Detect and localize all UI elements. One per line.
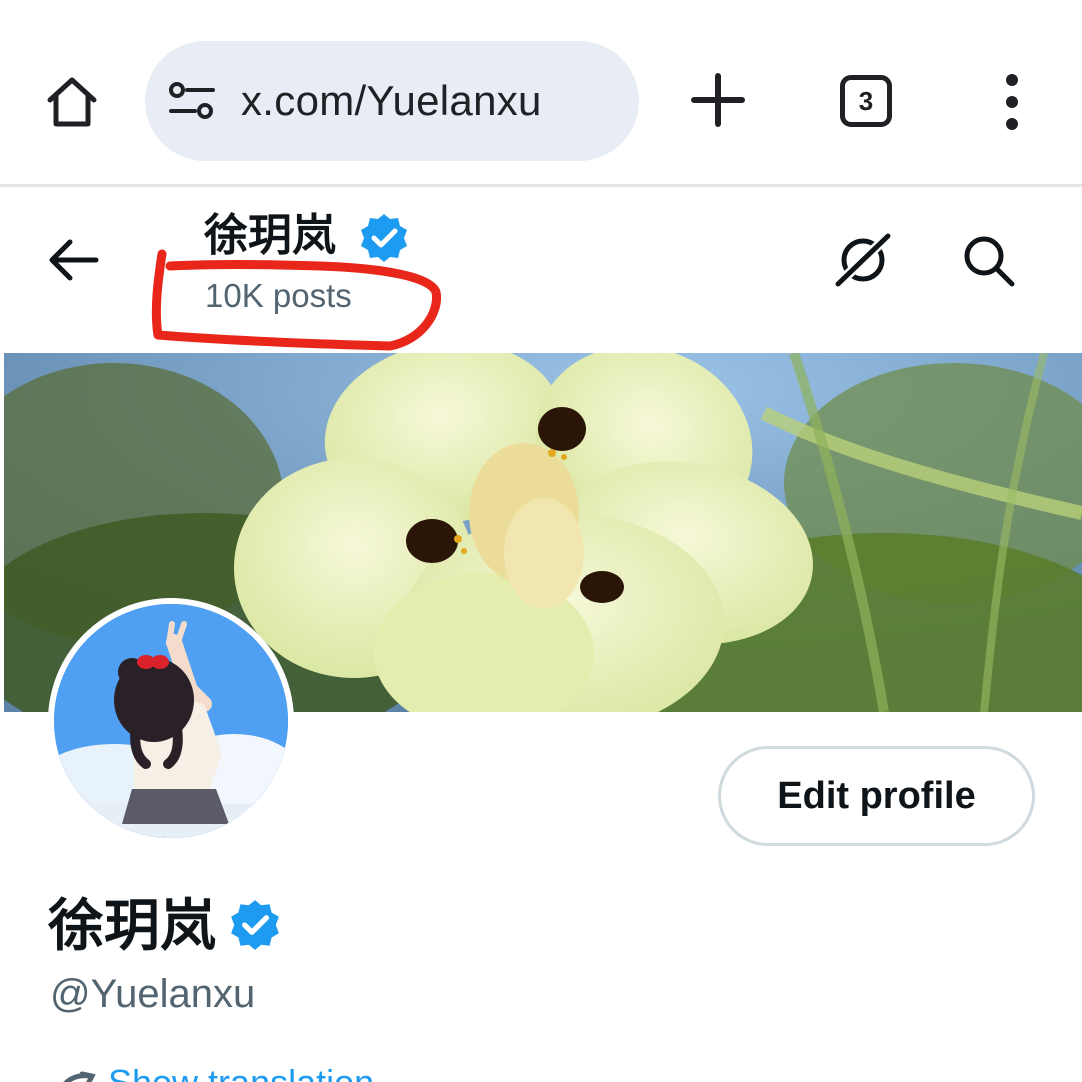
page: x.com/Yuelanxu 3 徐玥岚 10K posts Edit prof…: [0, 0, 1082, 1082]
profile-handle: @Yuelanxu: [50, 972, 256, 1016]
verified-badge-icon: [361, 214, 407, 262]
header-name: 徐玥岚: [204, 211, 336, 260]
tab-count: 3: [858, 85, 874, 116]
arrow-left-icon[interactable]: [46, 234, 102, 286]
more-vert-icon[interactable]: [990, 70, 1034, 134]
browser-toolbar: x.com/Yuelanxu 3: [0, 0, 1082, 187]
show-translation-link[interactable]: Show translation: [52, 1068, 412, 1082]
url-bar[interactable]: x.com/Yuelanxu: [145, 41, 639, 161]
search-icon[interactable]: [960, 232, 1018, 290]
url-text[interactable]: x.com/Yuelanxu: [241, 71, 542, 131]
grok-icon[interactable]: [832, 232, 894, 288]
tune-icon[interactable]: [167, 81, 217, 121]
verified-badge-icon[interactable]: [228, 898, 282, 952]
post-count: 10K posts: [205, 277, 352, 314]
avatar-image: [54, 604, 288, 838]
new-tab-button[interactable]: [688, 70, 748, 130]
toolbar-divider: [0, 184, 1082, 187]
edit-profile-label: Edit profile: [777, 774, 976, 817]
home-icon: [47, 77, 97, 127]
translate-icon: [63, 1071, 96, 1082]
profile-name: 徐玥岚: [48, 894, 216, 957]
tab-switcher-button[interactable]: 3: [840, 75, 892, 127]
edit-profile-button[interactable]: Edit profile: [718, 746, 1035, 846]
avatar[interactable]: [48, 598, 294, 844]
show-translation-label: Show translation: [108, 1068, 374, 1082]
home-button[interactable]: [36, 66, 108, 138]
